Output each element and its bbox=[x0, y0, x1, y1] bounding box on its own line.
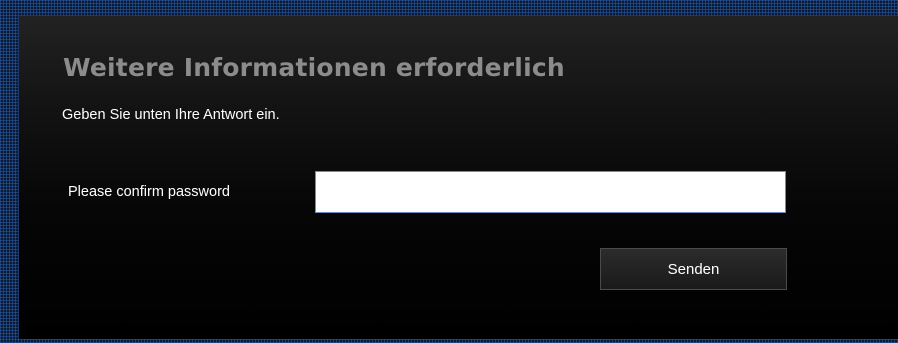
password-confirm-label: Please confirm password bbox=[68, 184, 230, 200]
password-confirm-input[interactable] bbox=[315, 171, 786, 213]
info-required-panel: Weitere Informationen erforderlich Geben… bbox=[18, 15, 898, 339]
send-button[interactable]: Senden bbox=[600, 248, 787, 290]
dialog-subtitle: Geben Sie unten Ihre Antwort ein. bbox=[62, 107, 280, 123]
dialog-title: Weitere Informationen erforderlich bbox=[63, 53, 565, 82]
